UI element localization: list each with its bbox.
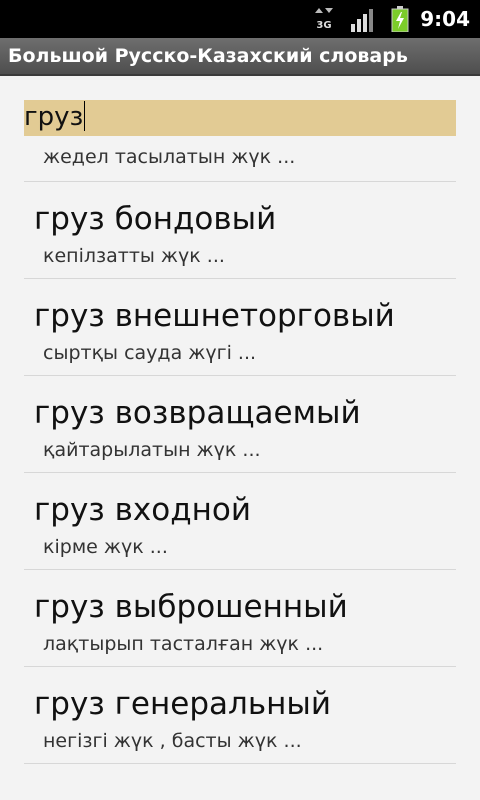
- title-bar: Большой Русско-Казахский словарь: [0, 38, 480, 76]
- svg-text:3G: 3G: [316, 20, 331, 31]
- list-item-translation: негізгі жүк , басты жүк ...: [43, 730, 302, 752]
- status-bar: 3G 9:04: [0, 0, 480, 38]
- signal-strength-icon: [351, 9, 373, 32]
- list-item-translation: кепілзатты жүк ...: [43, 245, 225, 267]
- list-item[interactable]: груз возвращаемый қайтарылатын жүк ...: [24, 376, 456, 473]
- network-3g-icon: 3G: [315, 8, 333, 31]
- app-title: Большой Русско-Казахский словарь: [8, 45, 408, 67]
- search-input-value: груз: [24, 101, 86, 132]
- list-item-term: груз внешнеторговый: [34, 298, 395, 334]
- list-item-term: груз выброшенный: [34, 589, 348, 625]
- list-item-translation: қайтарылатын жүк ...: [43, 439, 261, 461]
- list-item-translation: сыртқы сауда жүгі ...: [43, 342, 257, 364]
- clock: 9:04: [420, 7, 470, 31]
- text-cursor: [84, 101, 86, 131]
- list-item-term: груз возвращаемый: [34, 395, 361, 431]
- list-item-term: груз входной: [34, 492, 252, 528]
- search-input[interactable]: груз: [24, 100, 456, 136]
- list-item-translation: лақтырып тасталған жүк ...: [43, 633, 324, 655]
- list-item-term: груз генеральный: [34, 686, 331, 722]
- list-item-translation: кірме жүк ...: [43, 536, 168, 558]
- list-item[interactable]: груз входной кірме жүк ...: [24, 473, 456, 570]
- list-item-term: груз бондовый: [34, 201, 277, 237]
- list-item[interactable]: груз генеральный негізгі жүк , басты жүк…: [24, 667, 456, 764]
- main-content: груз жедел тасылатын жүк ... груз бондов…: [0, 76, 480, 800]
- list-item[interactable]: груз бондовый кепілзатты жүк ...: [24, 182, 456, 279]
- list-item[interactable]: груз внешнеторговый сыртқы сауда жүгі ..…: [24, 279, 456, 376]
- list-item[interactable]: груз выброшенный лақтырып тасталған жүк …: [24, 570, 456, 667]
- battery-charging-icon: [391, 6, 409, 32]
- list-item[interactable]: жедел тасылатын жүк ...: [24, 136, 456, 182]
- list-item-translation: жедел тасылатын жүк ...: [43, 146, 296, 168]
